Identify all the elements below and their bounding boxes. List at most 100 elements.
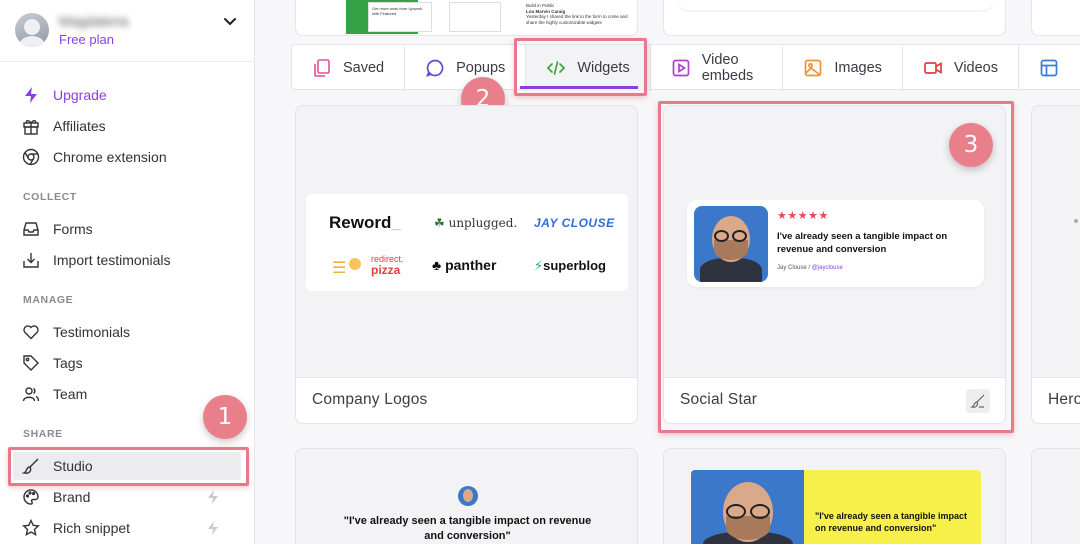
tab-video-embeds[interactable]: Video embeds	[651, 45, 784, 91]
edit-button[interactable]	[966, 389, 990, 413]
logo-reword: Reword_	[329, 213, 401, 233]
brush-icon	[970, 394, 985, 408]
sidebar-item-label: Team	[53, 386, 88, 402]
quote-text: "I've already seen a tangible impact on …	[815, 511, 967, 533]
sidebar-item-testimonials[interactable]: Testimonials	[22, 321, 130, 343]
sidebar-item-rich-snippet[interactable]: Rich snippet	[22, 517, 130, 539]
photo-glasses-right	[750, 504, 770, 519]
logo-unplugged: ☘ unplugged.	[434, 216, 517, 230]
top-preview-card-right[interactable]	[663, 0, 1006, 36]
sidebar-item-tags[interactable]: Tags	[22, 352, 83, 374]
play-icon	[671, 58, 691, 78]
reviewer-photo	[694, 206, 768, 282]
logo-text: unplugged.	[448, 216, 518, 230]
sidebar-item-import-testimonials[interactable]: Import testimonials	[22, 249, 170, 271]
import-icon	[22, 251, 40, 269]
avatar	[458, 486, 478, 506]
image-icon	[803, 58, 823, 78]
rating-stars: ★★★★★	[777, 210, 829, 222]
chat-icon	[425, 58, 445, 78]
sidebar: Magdalena Free plan Upgrade Affiliates C…	[0, 0, 255, 544]
bolt-logo-icon: ⚡	[534, 258, 544, 273]
section-collect: COLLECT	[23, 191, 77, 203]
logo-jay-clouse: JAY CLOUSE	[534, 216, 615, 230]
logos-preview: Reword_ ☘ unplugged. JAY CLOUSE ☰ redire…	[306, 194, 628, 291]
tab-images[interactable]: Images	[783, 45, 903, 91]
review-handle: @jayclouse	[811, 265, 843, 271]
plan-label: Free plan	[59, 32, 114, 47]
avatar	[15, 13, 49, 47]
profile-switcher[interactable]: Magdalena Free plan	[0, 0, 255, 62]
bolt-icon	[22, 86, 40, 104]
premium-bolt-icon	[208, 521, 218, 535]
sidebar-item-label: Rich snippet	[53, 520, 131, 536]
sidebar-item-chrome-extension[interactable]: Chrome extension	[22, 146, 167, 168]
gift-icon	[22, 117, 40, 135]
user-name: Magdalena	[59, 13, 129, 29]
logo-redirect-pizza: ☰ redirect. pizza	[332, 254, 404, 280]
widget-card-bottom-right[interactable]: "I've already seen a tangible impact on …	[663, 448, 1006, 544]
preview-screens: Get more work from Upwork with Featured	[346, 0, 506, 35]
quote-banner: "I've already seen a tangible impact on …	[691, 470, 981, 544]
inbox-icon	[22, 220, 40, 238]
card-title: Social Star	[680, 391, 758, 408]
sidebar-item-upgrade[interactable]: Upgrade	[22, 84, 107, 106]
section-share: SHARE	[23, 428, 63, 440]
card-title: Hero	[1048, 391, 1080, 408]
star-icon	[22, 519, 40, 537]
preview-text-a: Get more work from Upwork with Featured	[368, 2, 432, 32]
banner-photo	[691, 470, 804, 544]
sidebar-item-label: Import testimonials	[53, 252, 171, 268]
tab-widgets[interactable]: Widgets	[526, 45, 651, 91]
widgets-active-underline	[520, 86, 638, 89]
widget-card-bottom-partial[interactable]	[1031, 448, 1080, 544]
sidebar-item-team[interactable]: Team	[22, 383, 87, 405]
logo-reword-dot: _	[391, 213, 401, 232]
chevron-down-icon[interactable]	[222, 13, 238, 29]
sidebar-item-label: Brand	[53, 489, 91, 505]
top-preview-card-left[interactable]: Get more work from Upwork with Featured …	[295, 0, 638, 36]
widget-card-bottom-left[interactable]: "I've already seen a tangible impact on …	[295, 448, 638, 544]
sidebar-item-forms[interactable]: Forms	[22, 218, 93, 240]
preview-white-strip	[679, 0, 992, 10]
preview-dot	[1074, 219, 1078, 223]
sidebar-item-studio[interactable]: Studio	[22, 455, 93, 477]
copy-icon	[312, 58, 332, 78]
brush-icon	[22, 457, 40, 475]
card-title: Company Logos	[312, 391, 428, 408]
pizza-slice-icon	[349, 258, 361, 270]
widget-card-company-logos[interactable]: Reword_ ☘ unplugged. JAY CLOUSE ☰ redire…	[295, 105, 638, 424]
tab-saved[interactable]: Saved	[292, 45, 406, 91]
sidebar-item-brand[interactable]: Brand	[22, 486, 90, 508]
photo-beard	[714, 240, 748, 260]
top-preview-card-partial[interactable]	[1031, 0, 1080, 36]
card-footer: Hero	[1032, 377, 1080, 423]
tab-label: Images	[834, 60, 882, 76]
tab-videos[interactable]: Videos	[903, 45, 1019, 91]
studio-tabs: Saved Popups Widgets Video embeds Images…	[291, 44, 1080, 91]
users-icon	[22, 385, 40, 403]
sidebar-item-label: Studio	[53, 458, 93, 474]
photo-glasses-left	[714, 230, 729, 242]
section-manage: MANAGE	[23, 294, 74, 306]
social-star-preview: ★★★★★ I've already seen a tangible impac…	[687, 200, 984, 287]
code-icon	[546, 58, 566, 78]
preview-panel	[449, 2, 501, 32]
tab-label: Videos	[953, 60, 998, 76]
plant-icon: ☘	[434, 216, 445, 230]
step-badge-1: 1	[203, 395, 247, 439]
photo-glasses-left	[726, 504, 746, 519]
sidebar-item-label: Affiliates	[53, 118, 106, 134]
logo-panther: ♣ panther	[432, 257, 496, 273]
video-icon	[923, 58, 943, 78]
tab-more[interactable]	[1019, 45, 1080, 91]
tab-label: Widgets	[577, 60, 630, 76]
widget-card-hero-partial[interactable]: Hero	[1031, 105, 1080, 424]
logo-superblog: ⚡superblog	[534, 258, 606, 274]
tab-label: Popups	[456, 60, 506, 76]
palette-icon	[22, 488, 40, 506]
sidebar-item-label: Forms	[53, 221, 93, 237]
pizza-icon: ☰	[332, 260, 347, 277]
sidebar-item-affiliates[interactable]: Affiliates	[22, 115, 106, 137]
preview-tweet: Build in Public Lou Marvin Caraig Yester…	[526, 3, 636, 33]
